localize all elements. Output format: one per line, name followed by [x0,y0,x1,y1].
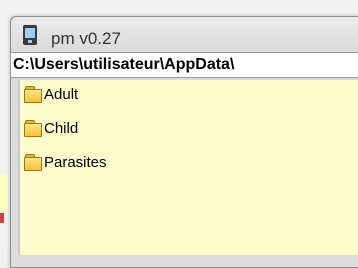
tree-item-label: Child [44,119,79,137]
folder-icon [24,120,42,137]
tree-item-label: Adult [44,85,79,103]
window-title: pm v0.27 [51,29,121,48]
background-window-mark [0,213,4,223]
tree-item-parasites[interactable]: Parasites [24,150,107,174]
folder-icon [24,86,42,103]
tree-item-adult[interactable]: Adult [24,82,78,106]
tree-item-label: Parasites [44,153,107,171]
path-field[interactable]: C:\Users\utilisateur\AppData\ [10,52,358,78]
background-window-edge [0,175,8,211]
folder-icon [24,154,42,171]
folder-tree: Adult Child Parasites [18,80,358,255]
tree-item-child[interactable]: Child [24,116,78,140]
app-icon[interactable] [23,25,37,45]
